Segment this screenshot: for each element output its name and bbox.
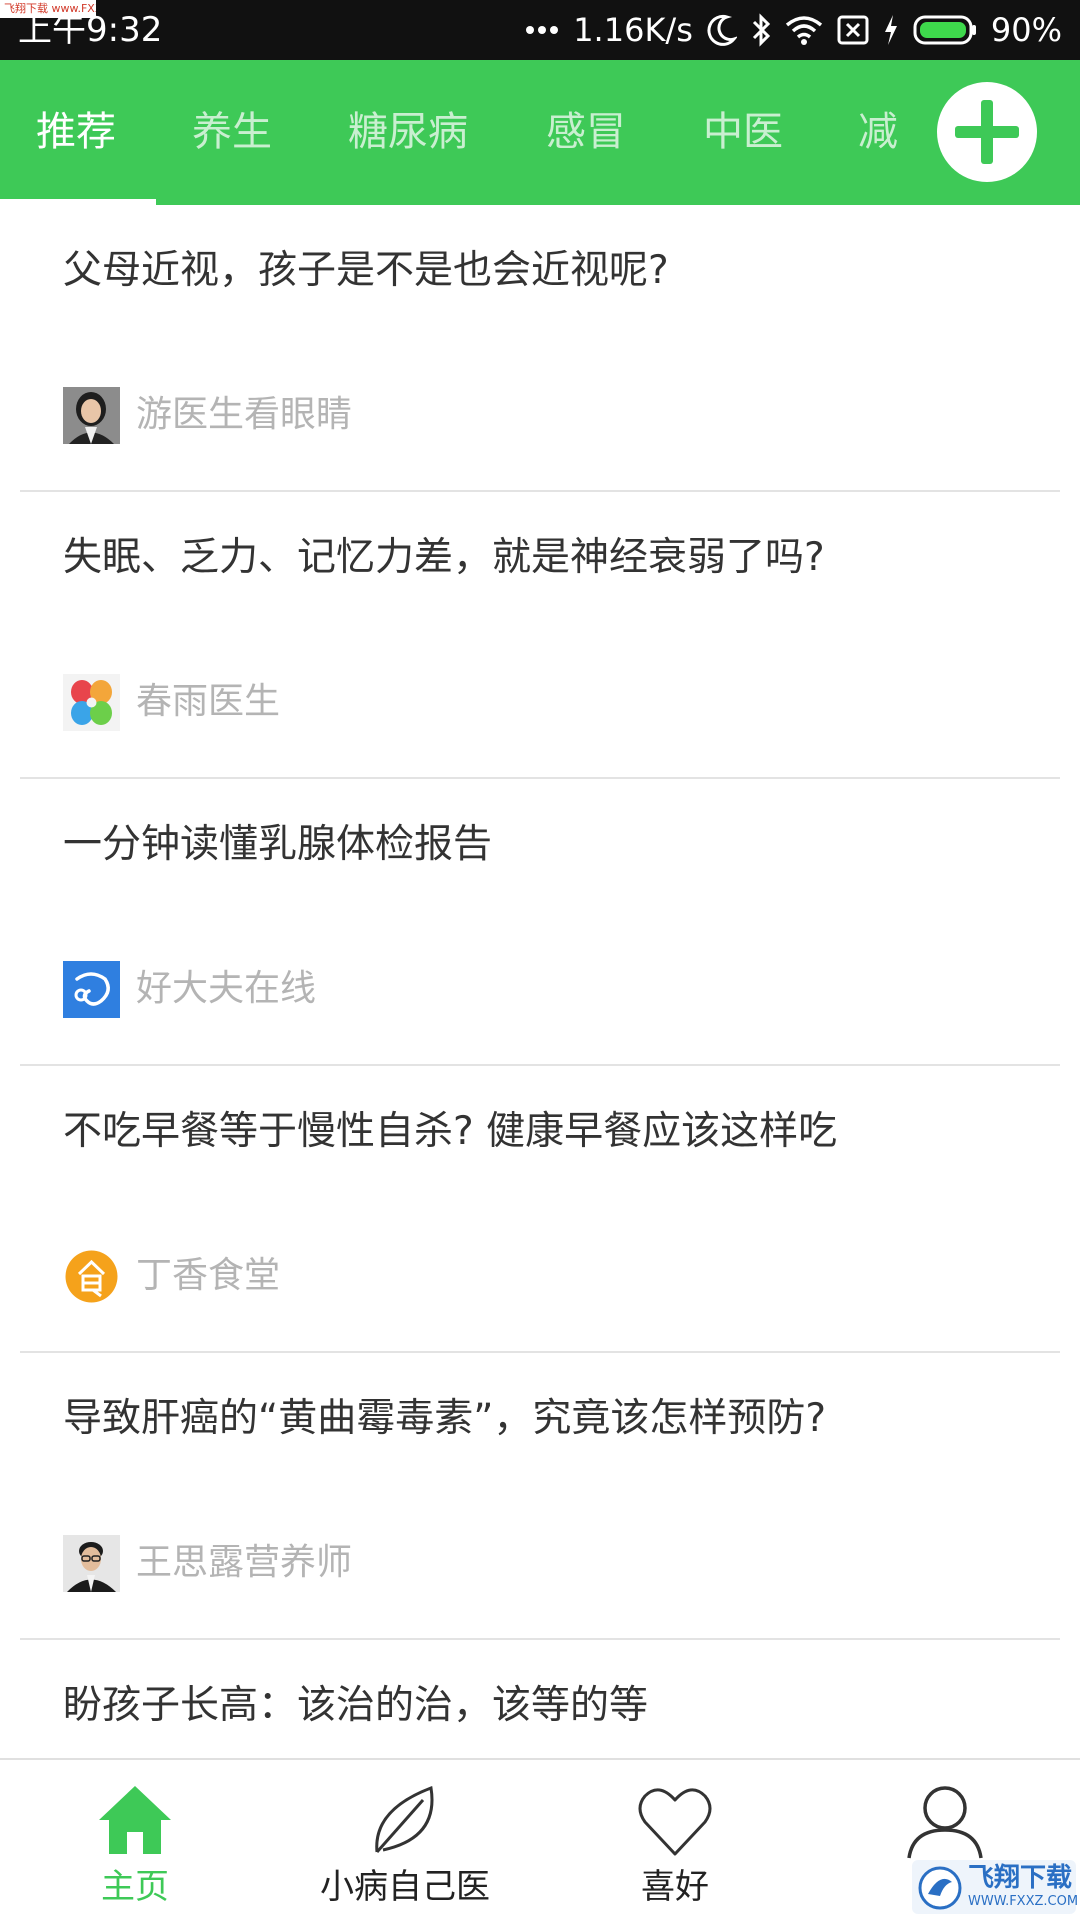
watermark-logo: 飞翔下载 WWW.FXXZ.COM: [912, 1860, 1079, 1914]
author-name[interactable]: 游医生看眼睛: [136, 389, 352, 441]
article-feed: 父母近视，孩子是不是也会近视呢? 游医生看眼睛 失眠、乏力、记忆力差，就是神经衰…: [0, 205, 1080, 1758]
tab-tcm[interactable]: 中医: [703, 104, 783, 160]
battery-percent: 90%: [990, 11, 1062, 49]
nav-favorites[interactable]: 喜好: [540, 1760, 810, 1922]
article-card[interactable]: 一分钟读懂乳腺体检报告 好大夫在线: [0, 779, 1080, 1066]
author-name[interactable]: 丁香食堂: [136, 1250, 280, 1302]
home-icon: [99, 1786, 171, 1854]
article-card[interactable]: 失眠、乏力、记忆力差，就是神经衰弱了吗? 春雨医生: [0, 492, 1080, 779]
tab-weight-loss[interactable]: 减: [858, 104, 898, 160]
author-name[interactable]: 王思露营养师: [136, 1537, 352, 1589]
tab-recommend[interactable]: 推荐: [36, 104, 116, 160]
add-tab-button[interactable]: [937, 82, 1037, 182]
wifi-icon: [785, 16, 822, 45]
bluetooth-icon: [752, 13, 770, 47]
food-logo-avatar: [63, 1248, 120, 1305]
watermark-url: WWW.FXXZ.COM: [968, 1894, 1079, 1909]
charging-icon: [884, 15, 897, 45]
doctor-photo-avatar: [63, 387, 120, 444]
nutritionist-photo-avatar: [63, 1535, 120, 1592]
status-icons: 1.16K/s 90%: [525, 0, 1062, 60]
haodaifu-logo-avatar: [63, 961, 120, 1018]
sim-icon: [837, 15, 869, 45]
battery-icon: [913, 15, 976, 45]
article-title[interactable]: 父母近视，孩子是不是也会近视呢?: [63, 243, 669, 299]
nav-self-care[interactable]: 小病自己医: [270, 1760, 540, 1922]
article-title[interactable]: 导致肝癌的“黄曲霉毒素”，究竟该怎样预防?: [63, 1391, 826, 1447]
article-card[interactable]: 不吃早餐等于慢性自杀? 健康早餐应该这样吃 丁香食堂: [0, 1066, 1080, 1353]
nav-label: 喜好: [641, 1867, 709, 1907]
watermark-icon: [918, 1866, 962, 1910]
author-name[interactable]: 春雨医生: [136, 676, 280, 728]
more-dots-icon: [526, 26, 559, 34]
heart-icon: [638, 1788, 712, 1856]
tab-cold[interactable]: 感冒: [546, 104, 626, 160]
chunyu-logo-avatar: [63, 674, 120, 731]
article-title[interactable]: 失眠、乏力、记忆力差，就是神经衰弱了吗?: [63, 530, 825, 586]
article-title[interactable]: 盼孩子长高：该治的治，该等的等: [63, 1678, 648, 1734]
category-tabs: 推荐 养生 糖尿病 感冒 中医 减: [0, 60, 1080, 205]
nav-home[interactable]: 主页: [0, 1760, 270, 1922]
article-card[interactable]: 盼孩子长高：该治的治，该等的等: [0, 1640, 1080, 1758]
tab-diabetes[interactable]: 糖尿病: [348, 104, 468, 160]
author-name[interactable]: 好大夫在线: [136, 963, 316, 1015]
tab-health-care[interactable]: 养生: [192, 104, 272, 160]
article-card[interactable]: 导致肝癌的“黄曲霉毒素”，究竟该怎样预防? 王思露营养师: [0, 1353, 1080, 1640]
article-title[interactable]: 不吃早餐等于慢性自杀? 健康早餐应该这样吃: [63, 1104, 837, 1160]
watermark-label: 飞翔下载 www.FXXZ.com: [0, 0, 96, 18]
article-card[interactable]: 父母近视，孩子是不是也会近视呢? 游医生看眼睛: [0, 205, 1080, 492]
network-speed: 1.16K/s: [573, 11, 693, 49]
user-icon: [907, 1786, 983, 1859]
nav-label: 主页: [101, 1867, 169, 1907]
watermark-title: 飞翔下载: [968, 1863, 1073, 1893]
leaf-icon: [375, 1785, 434, 1853]
article-title[interactable]: 一分钟读懂乳腺体检报告: [63, 817, 492, 873]
moon-icon: [707, 14, 737, 46]
nav-label: 小病自己医: [320, 1867, 490, 1907]
status-bar: 上午9:32 飞翔下载 www.FXXZ.com 1.16K/s: [0, 0, 1080, 60]
